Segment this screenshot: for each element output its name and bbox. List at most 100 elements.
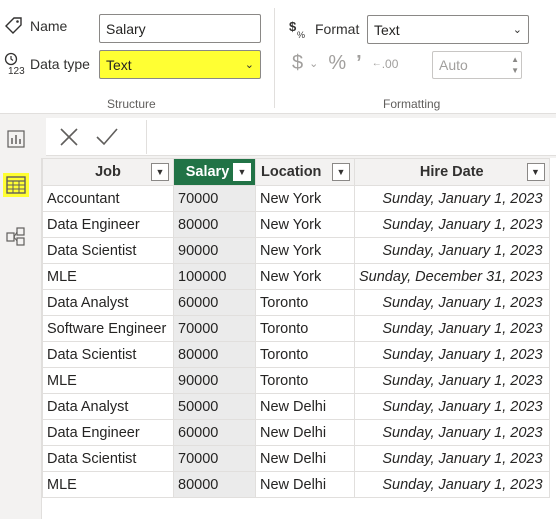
- cell-job[interactable]: Data Scientist: [42, 237, 174, 264]
- table-row: Data Analyst 60000 Toronto Sunday, January …: [42, 289, 550, 316]
- cell-hire-date[interactable]: Sunday, January 1, 2023: [354, 419, 550, 446]
- cell-job[interactable]: Accountant: [42, 185, 174, 212]
- cell-job[interactable]: Data Engineer: [42, 419, 174, 446]
- filter-dropdown-icon[interactable]: ▼: [332, 163, 350, 181]
- cell-location[interactable]: Toronto: [255, 367, 355, 394]
- cell-job[interactable]: Software Engineer: [42, 315, 174, 342]
- table-row: MLE 100000 New York Sunday, December 31, 20…: [42, 263, 550, 290]
- cell-salary[interactable]: 80000: [173, 471, 256, 498]
- column-header-label: Location: [261, 164, 322, 180]
- table-view-icon[interactable]: [3, 173, 29, 197]
- ribbon: Name Salary 123 Data type Text ⌄ Structu…: [0, 0, 556, 114]
- ribbon-divider: [274, 8, 275, 108]
- data-grid: Job ▼ Salary ▼ Location ▼ Hire Date ▼ Ac…: [41, 158, 556, 519]
- currency-button[interactable]: $ ⌄: [292, 52, 318, 75]
- arrow-left-icon: ←: [371, 58, 382, 69]
- close-icon[interactable]: [56, 124, 82, 150]
- formula-bar-divider: [146, 120, 147, 154]
- cell-salary[interactable]: 50000: [173, 393, 256, 420]
- cell-job[interactable]: MLE: [42, 471, 174, 498]
- filter-dropdown-icon[interactable]: ▼: [526, 163, 545, 181]
- svg-text:%: %: [297, 30, 305, 40]
- column-header-hire-date[interactable]: Hire Date ▼: [354, 158, 550, 186]
- cell-hire-date[interactable]: Sunday, January 1, 2023: [354, 237, 550, 264]
- datatype-row: 123 Data type: [4, 52, 90, 77]
- table-row: Software Engineer 70000 Toronto Sunday, Jan…: [42, 315, 550, 342]
- chevron-down-icon[interactable]: ▼: [511, 65, 519, 76]
- decimal-button[interactable]: ← .00: [372, 57, 399, 71]
- chevron-up-icon[interactable]: ▲: [511, 54, 519, 65]
- cell-salary[interactable]: 70000: [173, 315, 256, 342]
- cell-hire-date[interactable]: Sunday, January 1, 2023: [354, 471, 550, 498]
- cell-hire-date[interactable]: Sunday, January 1, 2023: [354, 185, 550, 212]
- percent-icon: %: [328, 52, 347, 74]
- data-table: Job ▼ Salary ▼ Location ▼ Hire Date ▼ Ac…: [42, 158, 550, 498]
- cell-salary[interactable]: 100000: [173, 263, 256, 290]
- currency-icon: $: [292, 52, 304, 74]
- cell-location[interactable]: New York: [255, 185, 355, 212]
- cell-hire-date[interactable]: Sunday, January 1, 2023: [354, 393, 550, 420]
- format-icon: $%: [289, 18, 313, 40]
- cell-job[interactable]: Data Analyst: [42, 393, 174, 420]
- model-view-icon[interactable]: [4, 225, 28, 249]
- table-row: Data Engineer 80000 New York Sunday, Januar…: [42, 211, 550, 238]
- report-view-icon[interactable]: [4, 127, 28, 151]
- table-row: Data Analyst 50000 New Delhi Sunday, Januar…: [42, 393, 550, 420]
- decimal-places-input[interactable]: Auto ▲ ▼: [432, 51, 522, 79]
- cell-location[interactable]: New Delhi: [255, 419, 355, 446]
- column-header-salary[interactable]: Salary ▼: [173, 158, 256, 186]
- cell-salary[interactable]: 60000: [173, 289, 256, 316]
- datatype-icon: 123: [4, 52, 28, 77]
- name-field[interactable]: Salary: [99, 14, 261, 43]
- cell-location[interactable]: New Delhi: [255, 393, 355, 420]
- cell-location[interactable]: New York: [255, 211, 355, 238]
- cell-job[interactable]: Data Scientist: [42, 341, 174, 368]
- cell-location[interactable]: Toronto: [255, 341, 355, 368]
- filter-dropdown-icon[interactable]: ▼: [151, 163, 169, 181]
- name-row: Name: [4, 16, 67, 36]
- cell-location[interactable]: Toronto: [255, 315, 355, 342]
- column-header-location[interactable]: Location ▼: [255, 158, 355, 186]
- cell-hire-date[interactable]: Sunday, December 31, 2023: [354, 263, 550, 290]
- cell-job[interactable]: MLE: [42, 263, 174, 290]
- header-row: Job ▼ Salary ▼ Location ▼ Hire Date ▼: [42, 158, 550, 186]
- datatype-select-value: Text: [106, 56, 132, 73]
- cell-location[interactable]: New York: [255, 263, 355, 290]
- cell-salary[interactable]: 80000: [173, 341, 256, 368]
- cell-location[interactable]: Toronto: [255, 289, 355, 316]
- cell-location[interactable]: New York: [255, 237, 355, 264]
- decimal-icon: .00: [381, 56, 399, 71]
- cell-location[interactable]: New Delhi: [255, 471, 355, 498]
- cell-hire-date[interactable]: Sunday, January 1, 2023: [354, 445, 550, 472]
- cell-hire-date[interactable]: Sunday, January 1, 2023: [354, 367, 550, 394]
- cell-hire-date[interactable]: Sunday, January 1, 2023: [354, 211, 550, 238]
- table-row: MLE 80000 New Delhi Sunday, January 1, 2023: [42, 471, 550, 498]
- formatting-group-label: Formatting: [383, 97, 441, 111]
- cell-salary[interactable]: 90000: [173, 367, 256, 394]
- cell-job[interactable]: Data Engineer: [42, 211, 174, 238]
- cell-salary[interactable]: 60000: [173, 419, 256, 446]
- cell-salary[interactable]: 70000: [173, 185, 256, 212]
- cell-location[interactable]: New Delhi: [255, 445, 355, 472]
- comma-icon: ’: [356, 52, 362, 74]
- cell-hire-date[interactable]: Sunday, January 1, 2023: [354, 315, 550, 342]
- cell-hire-date[interactable]: Sunday, January 1, 2023: [354, 341, 550, 368]
- datatype-select[interactable]: Text ⌄: [99, 50, 261, 79]
- filter-dropdown-icon[interactable]: ▼: [233, 163, 251, 181]
- spin-buttons[interactable]: ▲ ▼: [511, 54, 519, 76]
- cell-salary[interactable]: 80000: [173, 211, 256, 238]
- cell-salary[interactable]: 70000: [173, 445, 256, 472]
- table-row: Data Scientist 80000 Toronto Sunday, Januar…: [42, 341, 550, 368]
- column-header-job[interactable]: Job ▼: [42, 158, 174, 186]
- cell-hire-date[interactable]: Sunday, January 1, 2023: [354, 289, 550, 316]
- cell-job[interactable]: Data Analyst: [42, 289, 174, 316]
- structure-group-label: Structure: [107, 97, 156, 111]
- cell-job[interactable]: MLE: [42, 367, 174, 394]
- cell-job[interactable]: Data Scientist: [42, 445, 174, 472]
- check-icon[interactable]: [94, 124, 120, 150]
- table-row: Data Engineer 60000 New Delhi Sunday, Janua…: [42, 419, 550, 446]
- format-select[interactable]: Text ⌄: [367, 15, 529, 44]
- cell-salary[interactable]: 90000: [173, 237, 256, 264]
- percent-button[interactable]: %: [328, 52, 346, 75]
- comma-button[interactable]: ’: [356, 52, 362, 75]
